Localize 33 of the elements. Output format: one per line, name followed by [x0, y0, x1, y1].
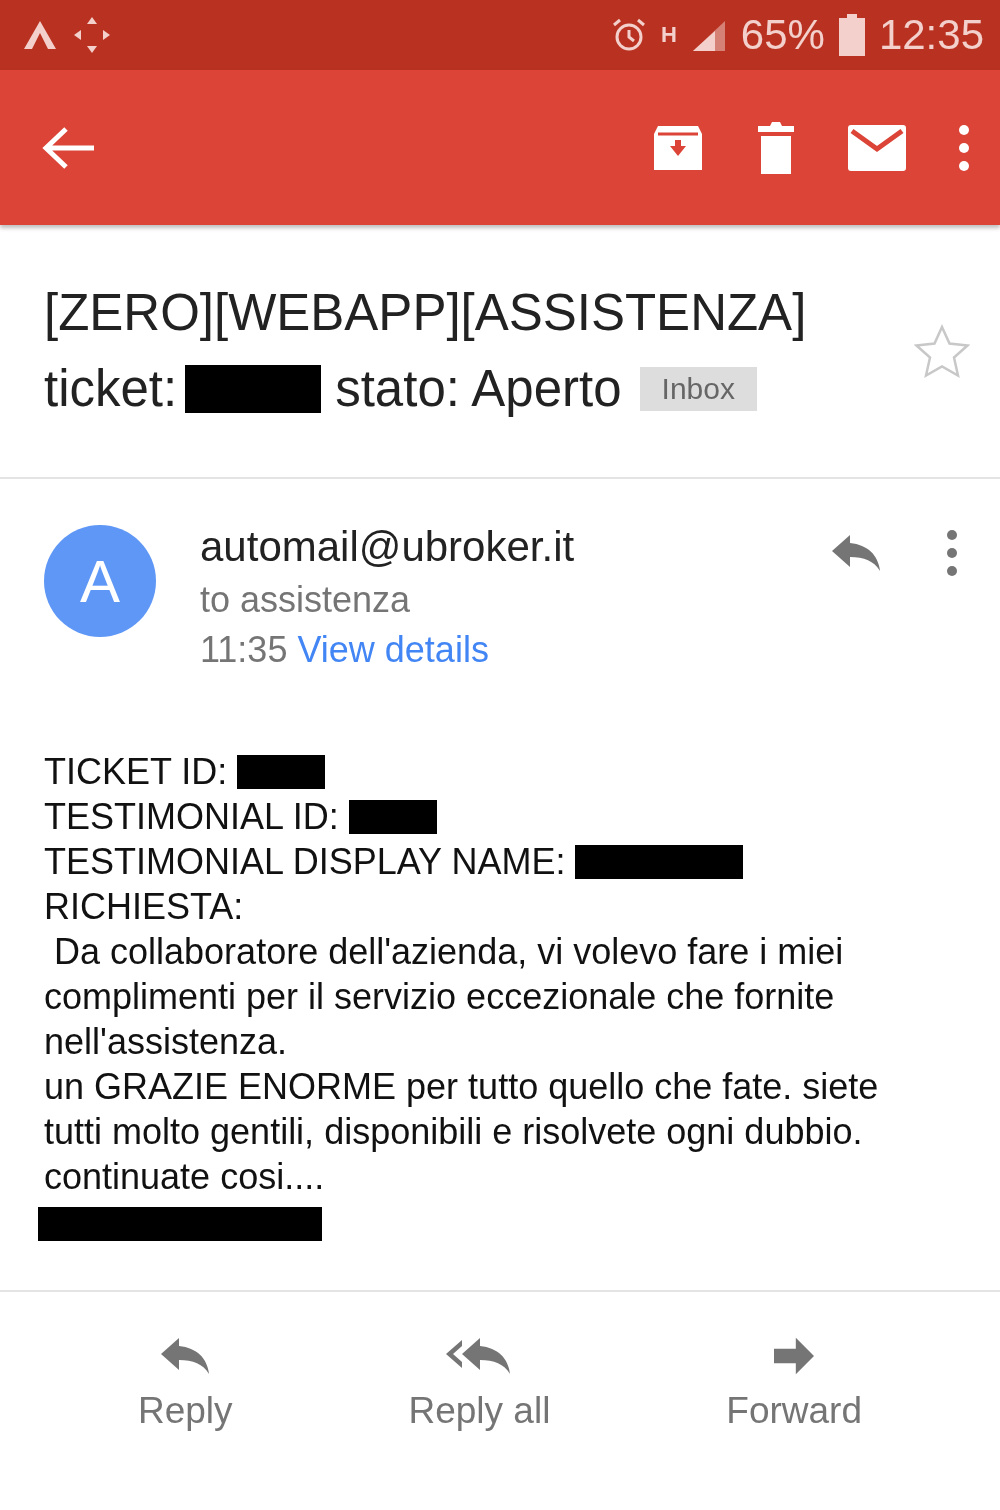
body-text: TESTIMONIAL DISPLAY NAME:: [44, 840, 566, 884]
star-icon[interactable]: [914, 324, 970, 378]
clock-time: 12:35: [878, 11, 984, 59]
battery-icon: [838, 14, 865, 56]
more-vertical-icon: [958, 123, 970, 172]
envelope-icon: [848, 124, 906, 171]
subject-text: [ZERO][WEBAPP][ASSISTENZA]: [44, 283, 807, 343]
body-text: continuate cosi....: [44, 1155, 325, 1199]
reply-all-action[interactable]: Reply all: [398, 1332, 561, 1452]
forward-action[interactable]: Forward: [716, 1332, 872, 1452]
more-vertical-icon: [946, 529, 958, 577]
body-text: Da collaboratore dell'azienda, vi volevo fare i miei complimenti per il servizio eccezionale che fornite nell'assistenza.: [44, 930, 845, 1064]
reply-arrow-icon: [159, 1336, 212, 1376]
body-text: TESTIMONIAL ID:: [44, 795, 339, 839]
inbox-label: Inbox: [639, 367, 757, 411]
message-time: 11:35: [200, 629, 288, 670]
alarm-icon: [610, 17, 647, 53]
reply-action[interactable]: Reply: [127, 1332, 243, 1452]
network-type-label: H: [660, 24, 677, 46]
body-text: TICKET ID:: [44, 750, 228, 794]
sender-avatar: A: [44, 525, 156, 637]
recipient-text: to assistenza: [200, 579, 412, 621]
subject-text: stato: Aperto: [335, 359, 622, 419]
move-icon: [72, 15, 112, 55]
view-details-link[interactable]: View details: [297, 629, 489, 670]
body-text: un GRAZIE ENORME per tutto quello che fate. siete tutti molto gentili, disponibili e risolvete ogni dubbio.: [44, 1065, 880, 1154]
subject-text: ticket:: [44, 359, 178, 419]
logo-icon: [22, 19, 58, 51]
body-text: RICHIESTA:: [44, 885, 244, 929]
trash-icon: [756, 121, 796, 174]
battery-percentage: 65%: [740, 11, 825, 59]
reply-arrow-icon: [830, 533, 882, 573]
sender-address: automail@ubroker.it: [200, 523, 576, 571]
